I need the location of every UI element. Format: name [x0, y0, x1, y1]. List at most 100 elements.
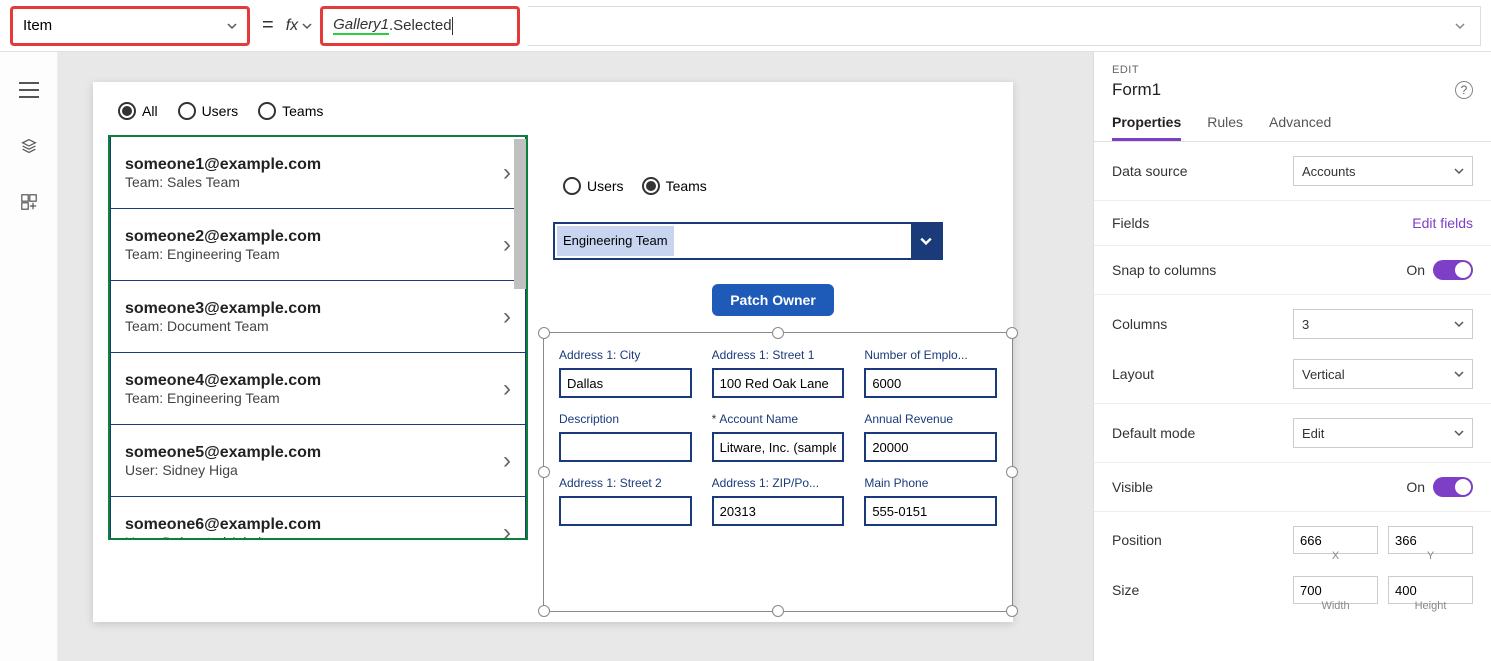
- gallery-sub: Team: Engineering Team: [125, 390, 321, 406]
- resize-handle-s[interactable]: [772, 605, 784, 617]
- chevron-down-icon: [1454, 428, 1464, 438]
- patch-owner-button[interactable]: Patch Owner: [712, 284, 834, 316]
- radio-circle: [258, 102, 276, 120]
- field-input[interactable]: [712, 368, 845, 398]
- property-selector[interactable]: Item: [10, 6, 250, 46]
- gallery-sub: Team: Document Team: [125, 318, 321, 334]
- mode-select[interactable]: Edit: [1293, 418, 1473, 448]
- field-input[interactable]: [559, 368, 692, 398]
- hamburger-icon[interactable]: [19, 82, 39, 98]
- field-input[interactable]: [864, 496, 997, 526]
- chevron-right-icon: ›: [503, 447, 511, 475]
- components-icon[interactable]: [19, 194, 39, 210]
- field-label: Number of Emplo...: [864, 348, 997, 362]
- chevron-down-icon: [920, 235, 932, 247]
- prop-label-layout: Layout: [1112, 366, 1154, 382]
- radio-option-users[interactable]: Users: [563, 177, 624, 195]
- gallery-item[interactable]: someone3@example.comTeam: Document Team›: [110, 281, 526, 353]
- resize-handle-se[interactable]: [1006, 605, 1018, 617]
- chevron-down-icon: [302, 21, 312, 31]
- layout-select[interactable]: Vertical: [1293, 359, 1473, 389]
- tab-rules[interactable]: Rules: [1207, 114, 1243, 141]
- chevron-down-icon: [1454, 319, 1464, 329]
- datasource-select[interactable]: Accounts: [1293, 156, 1473, 186]
- gallery-item[interactable]: someone4@example.comTeam: Engineering Te…: [110, 353, 526, 425]
- gallery-item[interactable]: someone2@example.comTeam: Engineering Te…: [110, 209, 526, 281]
- chevron-down-icon: [1454, 369, 1464, 379]
- formula-rest: .Selected: [389, 17, 452, 34]
- app-canvas[interactable]: All Users Teams someone1@example.comTeam: …: [93, 82, 1013, 622]
- filter-radio-group-2: Users Teams: [553, 172, 993, 200]
- gallery-item[interactable]: someone5@example.comUser: Sidney Higa›: [110, 425, 526, 497]
- radio-circle: [642, 177, 660, 195]
- field-input[interactable]: [864, 432, 997, 462]
- dropdown-button[interactable]: [911, 224, 941, 258]
- scrollbar-thumb[interactable]: [514, 139, 526, 289]
- form-grid: Address 1: CityAddress 1: Street 1Number…: [559, 348, 997, 526]
- snap-toggle[interactable]: On: [1406, 260, 1473, 280]
- form-field: Annual Revenue: [864, 412, 997, 462]
- gallery-sub: Team: Sales Team: [125, 174, 321, 190]
- props-tabs: Properties Rules Advanced: [1094, 114, 1491, 142]
- radio-option-teams[interactable]: Teams: [642, 177, 707, 195]
- radio-label: Users: [202, 103, 239, 119]
- gallery-item[interactable]: someone1@example.comTeam: Sales Team›: [110, 137, 526, 209]
- toggle-pill[interactable]: [1433, 477, 1473, 497]
- gallery-email: someone6@example.com: [125, 516, 321, 534]
- resize-handle-nw[interactable]: [538, 327, 550, 339]
- radio-option-all[interactable]: All: [118, 102, 158, 120]
- formula-bar: Item = fx Gallery1.Selected: [0, 0, 1491, 52]
- formula-input[interactable]: Gallery1.Selected: [320, 6, 520, 46]
- tab-properties[interactable]: Properties: [1112, 114, 1181, 141]
- form1-control[interactable]: Address 1: CityAddress 1: Street 1Number…: [543, 332, 1013, 612]
- formula-expand[interactable]: [528, 6, 1481, 46]
- gallery1[interactable]: someone1@example.comTeam: Sales Team›som…: [108, 135, 528, 540]
- form-field: Description: [559, 412, 692, 462]
- visible-toggle[interactable]: On: [1406, 477, 1473, 497]
- layers-icon[interactable]: [19, 138, 39, 154]
- prop-label-mode: Default mode: [1112, 425, 1195, 441]
- canvas-area: All Users Teams someone1@example.comTeam: …: [58, 52, 1093, 661]
- resize-handle-w[interactable]: [538, 466, 550, 478]
- panel-context-label: EDIT: [1112, 64, 1473, 76]
- property-name: Item: [23, 17, 52, 34]
- left-rail: [0, 52, 58, 661]
- chevron-down-icon: [1454, 166, 1464, 176]
- field-input[interactable]: [712, 496, 845, 526]
- toggle-pill[interactable]: [1433, 260, 1473, 280]
- fx-label[interactable]: fx: [286, 17, 312, 35]
- radio-label: Users: [587, 178, 624, 194]
- radio-label: All: [142, 103, 158, 119]
- help-icon[interactable]: ?: [1455, 81, 1473, 99]
- prop-label-size: Size: [1112, 582, 1139, 598]
- field-label: Address 1: ZIP/Po...: [712, 476, 845, 490]
- resize-handle-sw[interactable]: [538, 605, 550, 617]
- prop-label-columns: Columns: [1112, 316, 1167, 332]
- chevron-right-icon: ›: [503, 375, 511, 403]
- edit-fields-link[interactable]: Edit fields: [1412, 215, 1473, 231]
- field-input[interactable]: [559, 496, 692, 526]
- resize-handle-ne[interactable]: [1006, 327, 1018, 339]
- selected-control-name: Form1: [1112, 80, 1161, 100]
- resize-handle-n[interactable]: [772, 327, 784, 339]
- radio-circle: [563, 177, 581, 195]
- radio-label: Teams: [282, 103, 323, 119]
- gallery-item[interactable]: someone6@example.comUser: Delegated Admi…: [110, 497, 526, 540]
- resize-handle-e[interactable]: [1006, 466, 1018, 478]
- team-dropdown-value: Engineering Team: [557, 226, 674, 256]
- radio-option-users[interactable]: Users: [178, 102, 239, 120]
- field-label: Address 1: City: [559, 348, 692, 362]
- properties-panel: EDIT Form1 ? PropertiesRulesAdvanced Dat…: [1093, 52, 1491, 661]
- field-input[interactable]: [864, 368, 997, 398]
- chevron-down-icon: [227, 21, 237, 31]
- field-input[interactable]: [712, 432, 845, 462]
- columns-select[interactable]: 3: [1293, 309, 1473, 339]
- chevron-right-icon: ›: [503, 519, 511, 541]
- team-dropdown[interactable]: Engineering Team: [553, 222, 943, 260]
- field-label: Description: [559, 412, 692, 426]
- tab-advanced[interactable]: Advanced: [1269, 114, 1331, 141]
- gallery-sub: User: Delegated Admin: [125, 534, 321, 541]
- radio-option-teams[interactable]: Teams: [258, 102, 323, 120]
- field-input[interactable]: [559, 432, 692, 462]
- form-field: Number of Emplo...: [864, 348, 997, 398]
